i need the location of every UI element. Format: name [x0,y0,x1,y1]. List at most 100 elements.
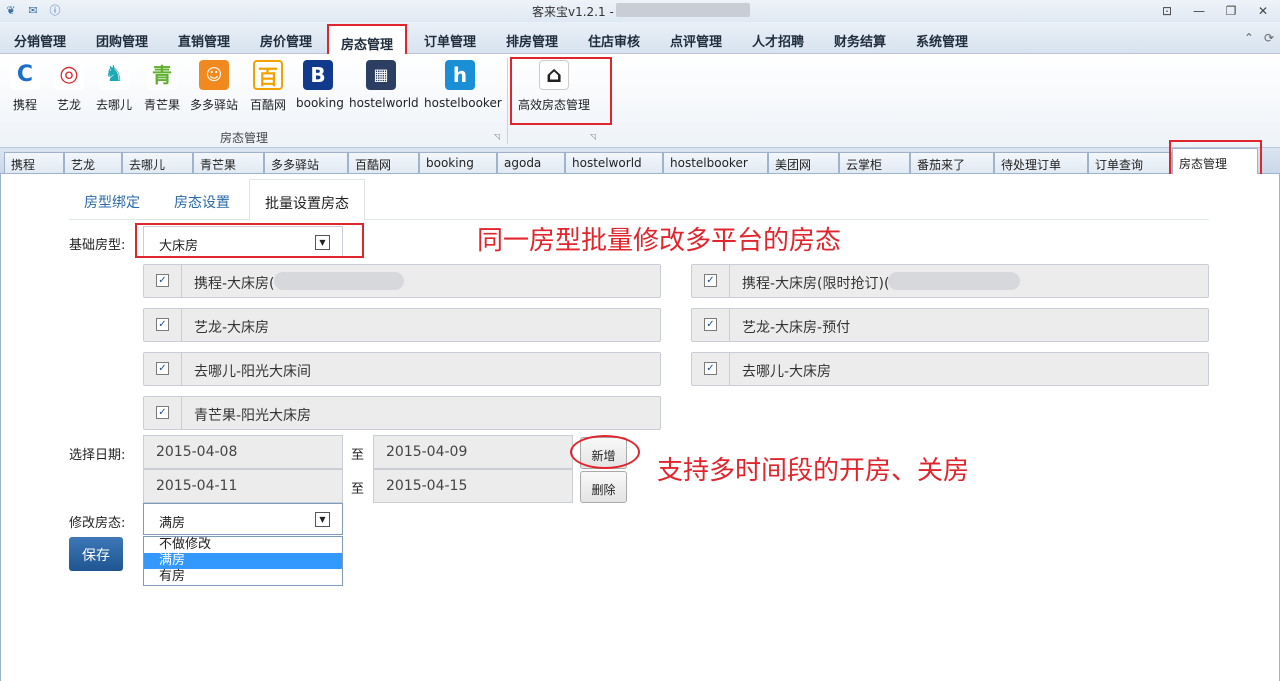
duoduo-icon: ☺ [199,60,229,90]
delete-date-button[interactable]: 删除 [580,471,627,503]
ribbon-booking[interactable]: B booking [296,60,344,110]
menu-recruit[interactable]: 人才招聘 [752,31,804,50]
ribbon-hostelbooker[interactable]: h hostelbooker [424,60,502,110]
doctab-qingmangguo[interactable]: 青芒果 [193,152,264,173]
date-label: 选择日期: [69,448,126,463]
doctab-duoduo[interactable]: 多多驿站 [264,152,348,173]
collapse-ribbon-icon[interactable]: ⌃ [1244,31,1254,45]
ribbon-duoduo[interactable]: ☺ 多多驿站 [188,60,240,113]
qingmangguo-icon: 青 [147,60,177,90]
channel-room-row[interactable]: ✓ 去哪儿-大床房 [691,352,1209,386]
doctab-booking[interactable]: booking [419,152,497,173]
option-no-change[interactable]: 不做修改 [144,537,342,553]
save-button[interactable]: 保存 [69,537,123,571]
channel-room-row[interactable]: ✓ 艺龙-大床房 [143,308,661,342]
ribbon-elong[interactable]: ◎ 艺龙 [54,60,84,113]
channel-room-row[interactable]: ✓ 携程-大床房(限时抢订)( [691,264,1209,298]
date-to-input[interactable]: 2015-04-15 [373,469,573,503]
checkbox-checked[interactable]: ✓ [156,406,169,419]
elong-icon: ◎ [54,60,84,90]
ribbon-qingmangguo[interactable]: 青 青芒果 [142,60,182,113]
date-to-input[interactable]: 2015-04-09 [373,435,573,469]
restore-icon[interactable]: ❐ [1220,3,1242,19]
menu-room-assign[interactable]: 排房管理 [506,31,558,50]
close-icon[interactable]: ✕ [1252,3,1274,19]
ribbon-label: booking [296,96,344,110]
status-select[interactable]: 满房 ▼ [143,503,343,535]
checkbox-checked[interactable]: ✓ [156,362,169,375]
ribbon: C 携程 ◎ 艺龙 ♞ 去哪儿 青 青芒果 ☺ 多多驿站 百 百酷网 B boo… [0,54,1280,148]
ribbon-label: 去哪儿 [95,98,132,112]
ribbon-ctrip[interactable]: C 携程 [10,60,40,113]
window-title: 客来宝v1.2.1 - [532,5,614,19]
menu-direct-sales[interactable]: 直销管理 [178,31,230,50]
menu-room-status[interactable]: 房态管理 [327,24,408,55]
channel-room-label: 去哪儿-阳光大床间 [194,364,312,380]
checkbox-checked[interactable]: ✓ [156,274,169,287]
info-icon[interactable]: ⓘ [48,4,62,18]
menu-checkin-review[interactable]: 住店审核 [588,31,640,50]
tab-room-status-settings[interactable]: 房态设置 [174,192,230,212]
channel-room-row[interactable]: ✓ 青芒果-阳光大床房 [143,396,661,430]
checkbox-checked[interactable]: ✓ [704,318,717,331]
doctab-hostelworld[interactable]: hostelworld [565,152,663,173]
menu-system[interactable]: 系统管理 [916,31,968,50]
doctab-elong[interactable]: 艺龙 [64,152,122,173]
option-full[interactable]: 满房 [144,553,342,569]
doctab-fanqie[interactable]: 番茄来了 [910,152,994,173]
doctab-qunar[interactable]: 去哪儿 [122,152,193,173]
menu-room-price[interactable]: 房价管理 [260,31,312,50]
redacted-title [616,3,750,17]
ribbon-group-label: 房态管理 [220,131,269,145]
checkbox-checked[interactable]: ✓ [156,318,169,331]
menu-bar: 分销管理 团购管理 直销管理 房价管理 房态管理 订单管理 排房管理 住店审核 … [0,22,1280,55]
refresh-icon[interactable]: ⟳ [1264,31,1274,45]
doctab-agoda[interactable]: agoda [497,152,565,173]
channel-room-row[interactable]: ✓ 艺龙-大床房-预付 [691,308,1209,342]
channel-room-row[interactable]: ✓ 去哪儿-阳光大床间 [143,352,661,386]
doctab-yunzhanggui[interactable]: 云掌柜 [839,152,910,173]
tab-batch-room-status[interactable]: 批量设置房态 [249,179,365,221]
group-expand-icon[interactable]: ◹ [494,132,500,141]
ribbon-separator [507,58,508,144]
ribbon-hostelworld[interactable]: ▦ hostelworld [349,60,419,110]
doctab-pending-orders[interactable]: 待处理订单 [994,152,1088,173]
annotation-batch: 同一房型批量修改多平台的房态 [477,226,842,256]
ribbon-label: hostelbooker [424,96,502,110]
doctab-order-query[interactable]: 订单查询 [1088,152,1172,173]
channel-room-row[interactable]: ✓ 携程-大床房( [143,264,661,298]
doctab-ctrip[interactable]: 携程 [4,152,64,173]
date-from-input[interactable]: 2015-04-08 [143,435,343,469]
highlight-frame [135,223,364,258]
menu-reviews[interactable]: 点评管理 [670,31,722,50]
option-available[interactable]: 有房 [144,569,342,585]
menu-distribution[interactable]: 分销管理 [14,31,66,50]
content-panel: 房型绑定 房态设置 批量设置房态 基础房型: 大床房 ▼ 同一房型批量修改多平台… [0,174,1280,681]
document-tabs: 携程 艺龙 去哪儿 青芒果 多多驿站 百酷网 booking agoda hos… [0,148,1280,186]
menu-orders[interactable]: 订单管理 [424,31,476,50]
checkbox-checked[interactable]: ✓ [704,274,717,287]
fullscreen-icon[interactable]: ⊡ [1156,3,1178,19]
house-icon: ⌂ [539,60,569,90]
doctab-hostelbooker[interactable]: hostelbooker [663,152,768,173]
doctab-meituan[interactable]: 美团网 [768,152,839,173]
chevron-down-icon[interactable]: ▼ [315,512,330,527]
menu-groupbuy[interactable]: 团购管理 [96,31,148,50]
checkbox-checked[interactable]: ✓ [704,362,717,375]
tab-room-binding[interactable]: 房型绑定 [84,192,140,212]
ribbon-label: 青芒果 [143,98,180,112]
ribbon-efficient-status[interactable]: ⌂ 高效房态管理 [516,60,592,113]
ribbon-label: hostelworld [349,96,419,110]
qunar-icon: ♞ [99,60,129,90]
minimize-icon[interactable]: — [1188,3,1210,19]
menu-finance[interactable]: 财务结算 [834,31,886,50]
mail-icon[interactable]: ✉ [26,4,40,18]
ribbon-baiku[interactable]: 百 百酷网 [248,60,288,113]
ribbon-qunar[interactable]: ♞ 去哪儿 [94,60,134,113]
channel-room-label: 携程-大床房( [194,276,275,292]
channel-room-label: 去哪儿-大床房 [742,364,832,380]
date-from-input[interactable]: 2015-04-11 [143,469,343,503]
doctab-baiku[interactable]: 百酷网 [348,152,419,173]
group-expand-icon[interactable]: ◹ [590,132,596,141]
highlight-ellipse [570,435,640,469]
